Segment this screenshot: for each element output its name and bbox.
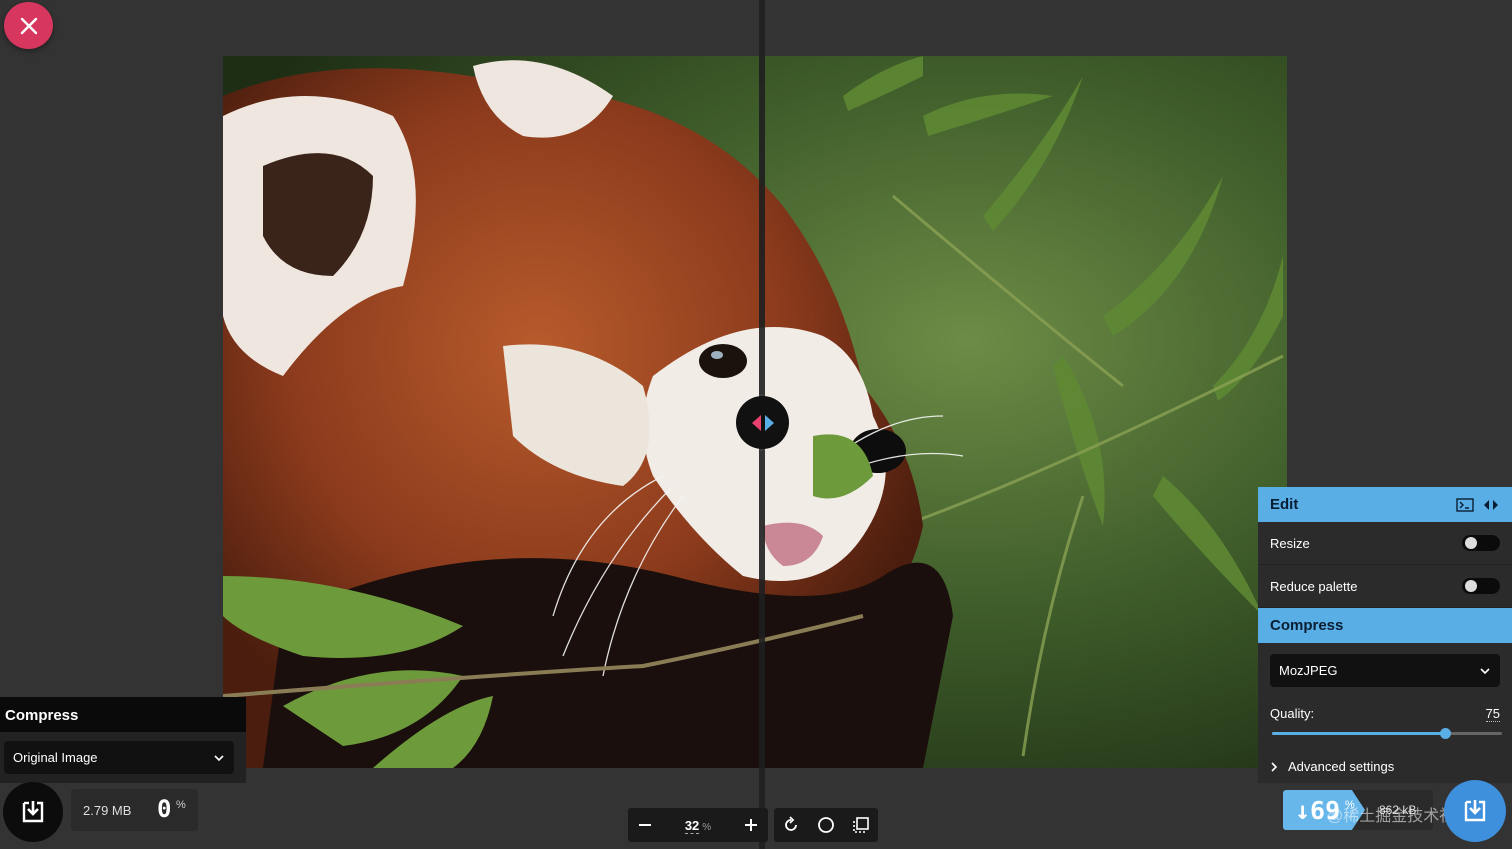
- background-toggle-button[interactable]: [809, 808, 843, 842]
- zoom-out-button[interactable]: [628, 808, 662, 842]
- original-percent: 0: [157, 795, 172, 823]
- left-panel-title: Compress: [0, 697, 246, 732]
- reduce-palette-label: Reduce palette: [1270, 578, 1358, 594]
- right-method-select[interactable]: MozJPEG: [1270, 654, 1500, 687]
- view-toolbar: [774, 808, 878, 842]
- quality-slider-knob[interactable]: [1439, 728, 1451, 739]
- close-icon: [20, 17, 37, 34]
- download-icon: [22, 801, 44, 823]
- quality-slider[interactable]: [1272, 728, 1502, 739]
- original-size: 2.79 MB: [83, 802, 132, 818]
- chevron-down-icon: [214, 754, 224, 761]
- left-method-select[interactable]: Original Image: [4, 741, 234, 774]
- resize-row: Resize: [1258, 522, 1512, 565]
- reduce-palette-row: Reduce palette: [1258, 565, 1512, 608]
- zoom-in-button[interactable]: [734, 808, 768, 842]
- close-button[interactable]: [4, 2, 53, 49]
- rotate-icon: [785, 816, 798, 831]
- download-original-button[interactable]: [3, 782, 63, 842]
- circle-icon: [818, 817, 834, 833]
- right-options-panel: Edit Resize Reduce palette Compress MozJ…: [1258, 487, 1512, 783]
- right-method-value: MozJPEG: [1279, 663, 1338, 678]
- quality-slider-fill: [1272, 732, 1445, 735]
- fit-screen-button[interactable]: [844, 808, 878, 842]
- resize-label: Resize: [1270, 535, 1310, 551]
- fit-screen-icon: [852, 817, 869, 833]
- chevron-right-icon: [1271, 761, 1278, 772]
- compare-handle[interactable]: [736, 396, 789, 449]
- chevron-down-icon: [1480, 667, 1490, 674]
- edit-title: Edit: [1270, 496, 1299, 513]
- split-arrows-icon: [751, 414, 774, 431]
- zoom-unit: %: [702, 821, 712, 833]
- advanced-settings-label: Advanced settings: [1288, 759, 1395, 774]
- split-arrows-icon[interactable]: [1482, 498, 1500, 512]
- zoom-toolbar: 32%: [628, 808, 768, 842]
- advanced-settings-toggle[interactable]: Advanced settings: [1270, 759, 1394, 774]
- download-compressed-button[interactable]: [1444, 780, 1506, 842]
- quality-row: Quality: 75: [1270, 706, 1500, 722]
- rotate-button[interactable]: [774, 808, 808, 842]
- plus-icon: [745, 819, 757, 831]
- resize-toggle[interactable]: [1462, 535, 1500, 551]
- compress-header: Compress: [1258, 608, 1512, 643]
- edit-header: Edit: [1258, 487, 1512, 522]
- terminal-icon[interactable]: [1456, 497, 1474, 512]
- minus-icon: [639, 824, 651, 826]
- quality-label: Quality:: [1270, 706, 1315, 721]
- left-options-panel: Compress Original Image: [0, 697, 246, 783]
- zoom-value[interactable]: 32%: [662, 817, 734, 834]
- left-method-value: Original Image: [13, 750, 98, 765]
- original-percent-sign: %: [176, 799, 186, 811]
- compress-title: Compress: [1270, 617, 1344, 634]
- zoom-number: 32: [684, 817, 700, 834]
- download-icon: [1464, 800, 1486, 822]
- original-size-box: 2.79 MB 0 %: [71, 789, 198, 831]
- reduce-palette-toggle[interactable]: [1462, 578, 1500, 594]
- quality-value[interactable]: 75: [1485, 706, 1500, 722]
